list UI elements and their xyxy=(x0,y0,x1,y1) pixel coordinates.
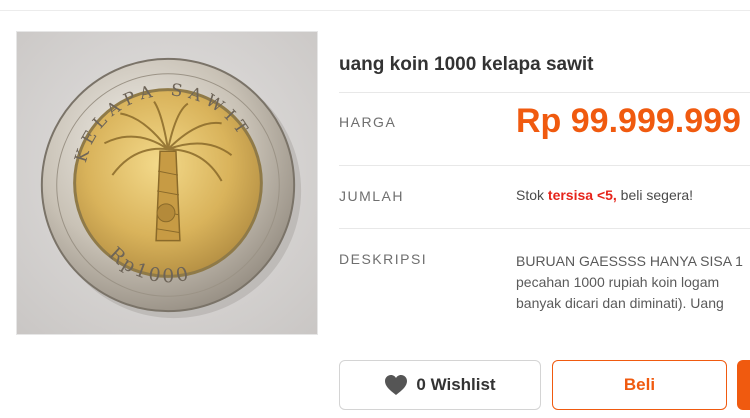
description-line: BURUAN GAESSSS HANYA SISA 1 xyxy=(516,253,743,269)
heart-icon xyxy=(385,375,408,395)
wishlist-button[interactable]: 0 Wishlist xyxy=(339,360,541,410)
divider xyxy=(339,165,750,166)
buy-button[interactable]: Beli xyxy=(552,360,727,410)
price-value: Rp 99.999.999 xyxy=(516,102,741,140)
stock-suffix: beli segera! xyxy=(616,187,694,203)
buy-label: Beli xyxy=(623,375,656,394)
product-image[interactable]: KELAPA SAWIT Rp1000 xyxy=(16,31,318,335)
product-page: KELAPA SAWIT Rp1000 uang koin 1000 kelap… xyxy=(0,0,750,418)
product-title: uang koin 1000 kelapa sawit xyxy=(339,54,594,75)
description-line: pecahan 1000 rupiah koin logam xyxy=(516,274,720,290)
stock-highlight: tersisa <5, xyxy=(547,187,617,203)
divider xyxy=(339,92,750,93)
wishlist-label: 0 Wishlist xyxy=(416,375,496,394)
price-label: HARGA xyxy=(339,114,397,130)
description-label: DESKRIPSI xyxy=(339,251,428,267)
stock-info: Stok tersisa <5, beli segera! xyxy=(516,187,693,203)
coin-photo: KELAPA SAWIT Rp1000 xyxy=(17,32,317,334)
quantity-label: JUMLAH xyxy=(339,188,405,204)
divider xyxy=(339,228,750,229)
description-line: banyak dicari dan diminati). Uang xyxy=(516,295,724,311)
add-to-cart-button[interactable] xyxy=(737,360,750,410)
stock-prefix: Stok xyxy=(516,187,548,203)
description-text: BURUAN GAESSSS HANYA SISA 1 pecahan 1000… xyxy=(516,251,750,314)
header-divider xyxy=(0,10,750,11)
